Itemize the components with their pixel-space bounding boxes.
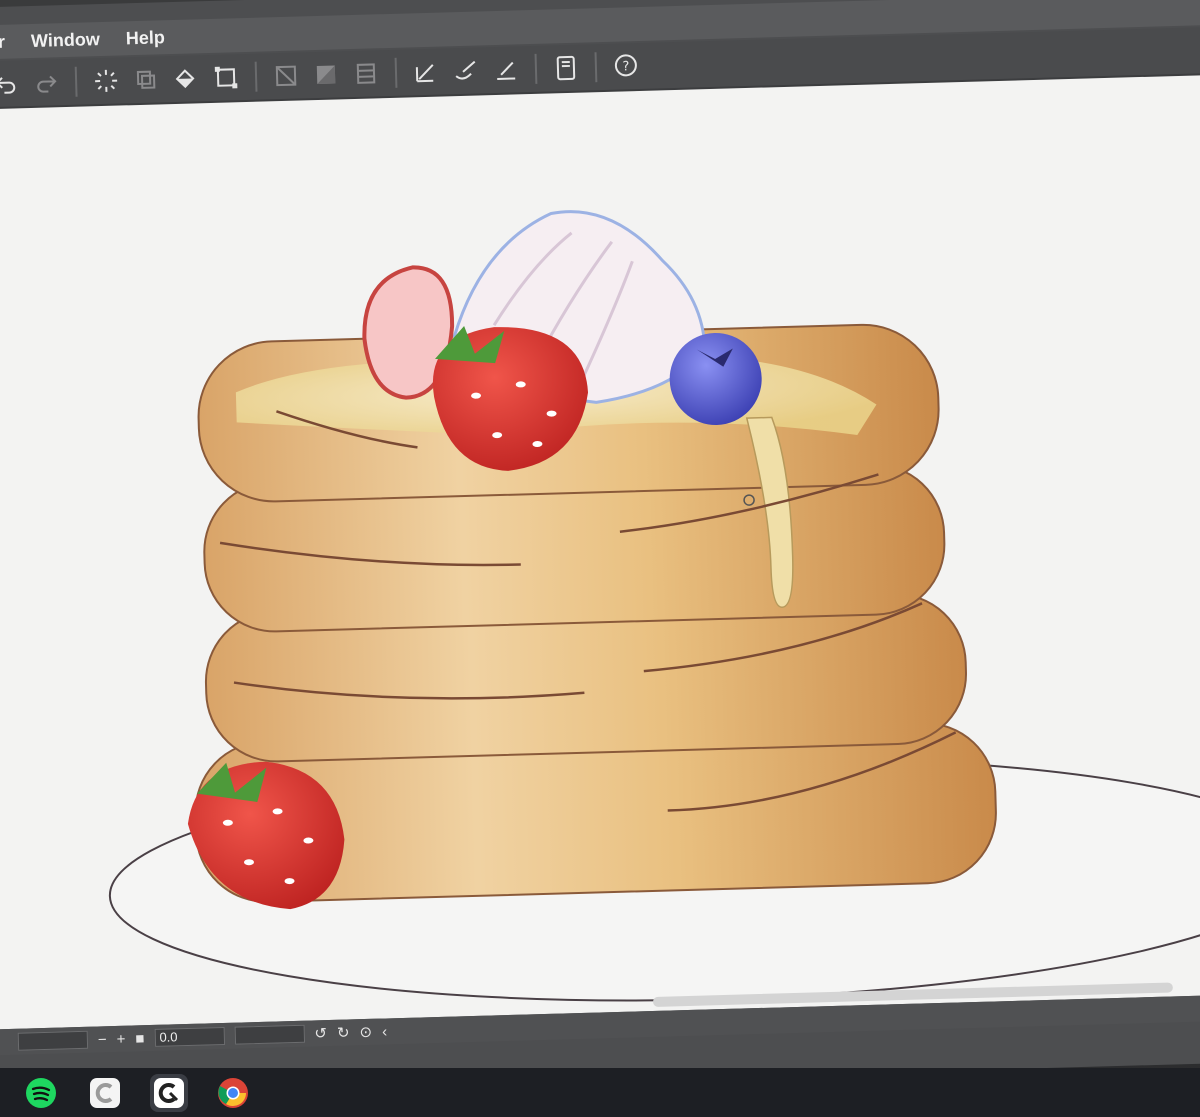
layer-mask-icon[interactable] [311, 59, 342, 90]
redo-icon[interactable] [31, 67, 62, 98]
svg-text:?: ? [622, 59, 629, 74]
rotate-right-icon[interactable]: ↻ [337, 1023, 350, 1041]
clipstudio-paint-icon[interactable] [150, 1073, 188, 1112]
ruler-pen-icon[interactable] [491, 54, 522, 85]
zoom-in-button[interactable]: + [116, 1030, 125, 1047]
menu-filter[interactable]: ter [0, 31, 5, 53]
chrome-icon[interactable] [214, 1074, 252, 1112]
zoom-out-button[interactable]: − [98, 1031, 107, 1048]
toolbar-divider [394, 57, 398, 88]
toolbar-divider [74, 66, 78, 97]
collapse-icon[interactable]: ‹ [382, 1023, 387, 1040]
pen-icon[interactable] [411, 57, 442, 88]
undo-icon[interactable] [0, 68, 22, 99]
zoom-fit-button[interactable]: ■ [135, 1030, 145, 1047]
pancake-artwork [108, 210, 1200, 1002]
toolbar-divider [254, 61, 258, 92]
rotate-left-icon[interactable]: ↺ [314, 1024, 327, 1042]
tablet-icon[interactable] [551, 53, 582, 84]
help-bubble-icon[interactable]: ? [611, 51, 642, 82]
os-taskbar [0, 1068, 1200, 1117]
copy-icon[interactable] [131, 64, 162, 95]
zoom-value-field[interactable]: 0.0 [154, 1026, 225, 1047]
menu-window[interactable]: Window [31, 29, 100, 52]
brush-icon[interactable] [451, 55, 482, 86]
fill-icon[interactable] [171, 63, 202, 94]
drawing-canvas[interactable] [0, 74, 1200, 1030]
layer-stack-icon[interactable] [351, 58, 382, 89]
transform-icon[interactable] [211, 62, 242, 93]
loading-icon[interactable] [91, 65, 122, 96]
layer-clip-icon[interactable] [271, 60, 302, 91]
menu-help[interactable]: Help [125, 27, 165, 49]
app-window: ter Window Help ? − + ■ 0.0 ↺ ↻ ⊙ ‹ [0, 0, 1200, 1098]
reset-rotation-icon[interactable]: ⊙ [359, 1023, 372, 1041]
spotify-icon[interactable] [22, 1074, 60, 1112]
angle-field[interactable] [234, 1024, 305, 1045]
toolbar-divider [534, 53, 538, 84]
toolbar-divider [594, 52, 598, 83]
clipstudio-icon[interactable] [86, 1074, 124, 1112]
canvas-size-field[interactable] [17, 1030, 89, 1051]
